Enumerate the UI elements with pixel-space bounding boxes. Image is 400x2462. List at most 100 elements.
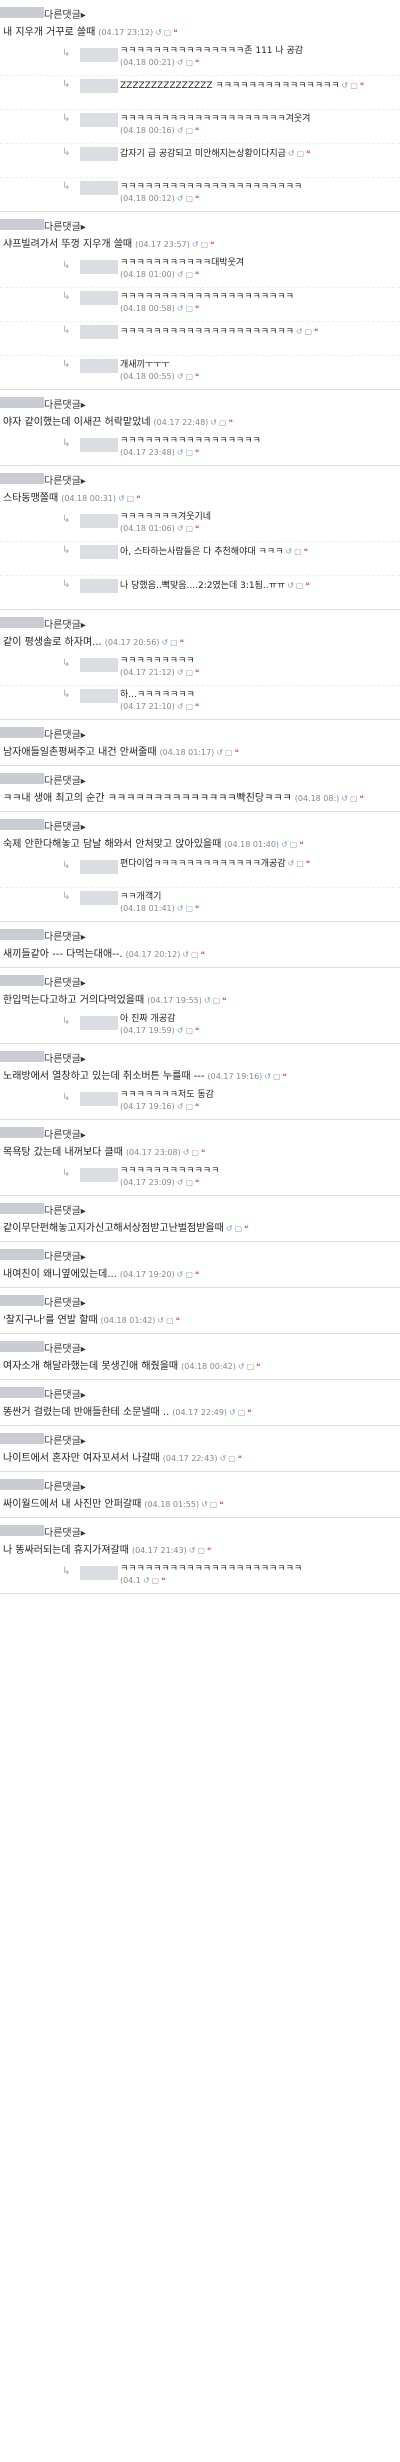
- reply-icon[interactable]: ↺: [118, 492, 125, 505]
- trash-icon[interactable]: ▢: [185, 904, 193, 913]
- reply-icon[interactable]: ↺: [177, 126, 184, 135]
- trash-icon[interactable]: ▢: [152, 1576, 160, 1585]
- report-icon[interactable]: ❝: [195, 668, 199, 677]
- report-icon[interactable]: ❝: [360, 79, 364, 92]
- other-comments-link[interactable]: 다른댓글▸: [44, 818, 86, 833]
- report-icon[interactable]: ❝: [306, 147, 310, 160]
- reply-icon[interactable]: ↺: [177, 58, 184, 67]
- reply-icon[interactable]: ↺: [238, 1360, 245, 1373]
- trash-icon[interactable]: ▢: [185, 668, 193, 677]
- reply-icon[interactable]: ↺: [177, 668, 184, 677]
- report-icon[interactable]: ❝: [235, 746, 239, 759]
- reply-icon[interactable]: ↺: [155, 26, 162, 39]
- reply-icon[interactable]: ↺: [177, 524, 184, 533]
- reply-icon[interactable]: ↺: [296, 325, 303, 338]
- trash-icon[interactable]: ▢: [185, 702, 193, 711]
- other-comments-link[interactable]: 다른댓글▸: [44, 1294, 86, 1309]
- reply-icon[interactable]: ↺: [192, 238, 199, 251]
- other-comments-link[interactable]: 다른댓글▸: [44, 1248, 86, 1263]
- reply-icon[interactable]: ↺: [226, 1222, 233, 1235]
- report-icon[interactable]: ❝: [173, 26, 177, 39]
- report-icon[interactable]: ❝: [314, 325, 318, 338]
- trash-icon[interactable]: ▢: [247, 1360, 255, 1373]
- reply-icon[interactable]: ↺: [177, 304, 184, 313]
- other-comments-link[interactable]: 다른댓글▸: [44, 396, 86, 411]
- trash-icon[interactable]: ▢: [185, 304, 193, 313]
- reply-icon[interactable]: ↺: [285, 545, 292, 558]
- trash-icon[interactable]: ▢: [185, 58, 193, 67]
- trash-icon[interactable]: ▢: [235, 1222, 243, 1235]
- trash-icon[interactable]: ▢: [225, 746, 233, 759]
- report-icon[interactable]: ❝: [256, 1360, 260, 1373]
- trash-icon[interactable]: ▢: [296, 857, 304, 870]
- reply-icon[interactable]: ↺: [201, 1498, 208, 1511]
- report-icon[interactable]: ❝: [305, 579, 309, 592]
- reply-icon[interactable]: ↺: [288, 857, 295, 870]
- reply-icon[interactable]: ↺: [177, 702, 184, 711]
- trash-icon[interactable]: ▢: [185, 270, 193, 279]
- trash-icon[interactable]: ▢: [297, 147, 305, 160]
- report-icon[interactable]: ❝: [195, 702, 199, 711]
- report-icon[interactable]: ❝: [201, 1146, 205, 1159]
- trash-icon[interactable]: ▢: [201, 238, 209, 251]
- report-icon[interactable]: ❝: [201, 948, 205, 961]
- other-comments-link[interactable]: 다른댓글▸: [44, 974, 86, 989]
- reply-icon[interactable]: ↺: [177, 1026, 184, 1035]
- report-icon[interactable]: ❝: [161, 1576, 165, 1585]
- trash-icon[interactable]: ▢: [350, 792, 358, 805]
- trash-icon[interactable]: ▢: [127, 492, 135, 505]
- report-icon[interactable]: ❝: [195, 58, 199, 67]
- report-icon[interactable]: ❝: [229, 416, 233, 429]
- reply-icon[interactable]: ↺: [177, 1268, 184, 1281]
- reply-icon[interactable]: ↺: [177, 372, 184, 381]
- reply-icon[interactable]: ↺: [341, 792, 348, 805]
- report-icon[interactable]: ❝: [136, 492, 140, 505]
- trash-icon[interactable]: ▢: [185, 194, 193, 203]
- reply-icon[interactable]: ↺: [157, 1314, 164, 1327]
- report-icon[interactable]: ❝: [195, 126, 199, 135]
- reply-icon[interactable]: ↺: [161, 636, 168, 649]
- report-icon[interactable]: ❝: [299, 838, 303, 851]
- report-icon[interactable]: ❝: [210, 238, 214, 251]
- trash-icon[interactable]: ▢: [273, 1070, 281, 1083]
- report-icon[interactable]: ❝: [283, 1070, 287, 1083]
- other-comments-link[interactable]: 다른댓글▸: [44, 472, 86, 487]
- report-icon[interactable]: ❝: [360, 792, 364, 805]
- other-comments-link[interactable]: 다른댓글▸: [44, 772, 86, 787]
- trash-icon[interactable]: ▢: [305, 325, 313, 338]
- trash-icon[interactable]: ▢: [185, 126, 193, 135]
- report-icon[interactable]: ❝: [306, 857, 310, 870]
- report-icon[interactable]: ❝: [195, 194, 199, 203]
- report-icon[interactable]: ❝: [195, 524, 199, 533]
- trash-icon[interactable]: ▢: [185, 448, 193, 457]
- other-comments-link[interactable]: 다른댓글▸: [44, 928, 86, 943]
- report-icon[interactable]: ❝: [222, 994, 226, 1007]
- reply-icon[interactable]: ↺: [288, 147, 295, 160]
- report-icon[interactable]: ❝: [238, 1452, 242, 1465]
- reply-icon[interactable]: ↺: [264, 1070, 271, 1083]
- reply-icon[interactable]: ↺: [216, 746, 223, 759]
- trash-icon[interactable]: ▢: [185, 1178, 193, 1187]
- trash-icon[interactable]: ▢: [294, 545, 302, 558]
- report-icon[interactable]: ❝: [176, 1314, 180, 1327]
- other-comments-link[interactable]: 다른댓글▸: [44, 1524, 86, 1539]
- reply-icon[interactable]: ↺: [204, 994, 211, 1007]
- trash-icon[interactable]: ▢: [185, 372, 193, 381]
- reply-icon[interactable]: ↺: [182, 948, 189, 961]
- trash-icon[interactable]: ▢: [191, 948, 199, 961]
- trash-icon[interactable]: ▢: [185, 1026, 193, 1035]
- reply-icon[interactable]: ↺: [342, 79, 349, 92]
- report-icon[interactable]: ❝: [244, 1222, 248, 1235]
- reply-icon[interactable]: ↺: [177, 904, 184, 913]
- other-comments-link[interactable]: 다른댓글▸: [44, 1340, 86, 1355]
- trash-icon[interactable]: ▢: [350, 79, 358, 92]
- report-icon[interactable]: ❝: [219, 1498, 223, 1511]
- trash-icon[interactable]: ▢: [290, 838, 298, 851]
- other-comments-link[interactable]: 다른댓글▸: [44, 616, 86, 631]
- other-comments-link[interactable]: 다른댓글▸: [44, 1478, 86, 1493]
- report-icon[interactable]: ❝: [207, 1544, 211, 1557]
- trash-icon[interactable]: ▢: [219, 416, 227, 429]
- other-comments-link[interactable]: 다른댓글▸: [44, 1202, 86, 1217]
- reply-icon[interactable]: ↺: [210, 416, 217, 429]
- trash-icon[interactable]: ▢: [166, 1314, 174, 1327]
